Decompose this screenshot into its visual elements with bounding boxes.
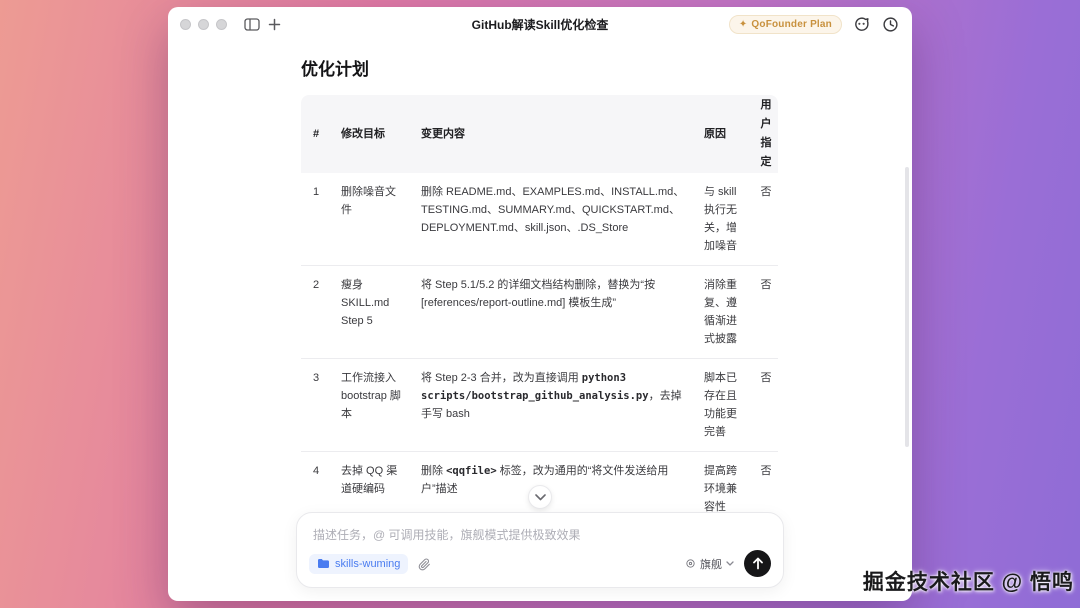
table-header-row: # 修改目标 变更内容 原因 用户指定 — [301, 95, 778, 173]
row-change: 将 Step 2-3 合并，改为直接调用 python3 scripts/boo… — [421, 359, 704, 433]
row-user-specified: 否 — [754, 173, 778, 211]
app-window: GitHub解读Skill优化检查 ✦ QoFounder Plan 优化计划 — [168, 7, 912, 601]
row-target: 工作流接入 bootstrap 脚本 — [331, 359, 421, 433]
header-num: # — [301, 126, 331, 142]
chevron-down-icon — [535, 494, 546, 501]
folder-icon — [317, 558, 330, 569]
row-target: 去掉 QQ 渠道硬编码 — [331, 452, 421, 508]
header-user-specified: 用户指定 — [760, 96, 772, 172]
mode-icon — [685, 558, 696, 569]
table-row: 1 删除噪音文件 删除 README.md、EXAMPLES.md、INSTAL… — [301, 173, 778, 266]
inline-code: <qqfile> — [446, 465, 497, 477]
chevron-down-icon — [726, 561, 734, 566]
close-button[interactable] — [180, 19, 191, 30]
mode-label: 旗舰 — [700, 556, 722, 572]
zoom-button[interactable] — [216, 19, 227, 30]
header-target: 修改目标 — [331, 126, 421, 142]
row-reason: 脚本已存在且功能更完善 — [704, 359, 754, 451]
row-change: 删除 README.md、EXAMPLES.md、INSTALL.md、TEST… — [421, 173, 704, 247]
row-target: 删除噪音文件 — [331, 173, 421, 229]
window-scrollbar[interactable] — [905, 167, 909, 447]
feedback-icon[interactable] — [851, 14, 871, 34]
plan-badge-label: QoFounder Plan — [751, 19, 832, 30]
send-button[interactable] — [744, 550, 771, 577]
table-row: 3 工作流接入 bootstrap 脚本 将 Step 2-3 合并，改为直接调… — [301, 359, 778, 452]
row-user-specified: 否 — [754, 266, 778, 304]
scroll-down-button[interactable] — [528, 485, 552, 509]
plan-badge[interactable]: ✦ QoFounder Plan — [729, 15, 842, 34]
mode-selector[interactable]: 旗舰 — [685, 556, 734, 572]
row-change: 将 Step 5.1/5.2 的详细文档结构删除，替换为“按 [referenc… — [421, 266, 704, 322]
document-area: 优化计划 # 修改目标 变更内容 原因 用户指定 1 删除噪音文件 删除 REA… — [301, 55, 779, 527]
row-change: 删除 <qqfile> 标签，改为通用的“将文件发送给用户”描述 — [421, 452, 704, 508]
header-change: 变更内容 — [421, 126, 704, 142]
row-target: 瘦身 SKILL.md Step 5 — [331, 266, 421, 340]
composer-toolbar: skills-wuming 旗舰 — [309, 550, 771, 577]
message-input[interactable]: 描述任务，@ 可调用技能，旗舰模式提供极致效果 — [297, 513, 783, 543]
row-num: 1 — [301, 173, 331, 211]
header-reason: 原因 — [704, 126, 754, 142]
sidebar-toggle-icon[interactable] — [241, 13, 263, 35]
watermark: 掘金技术社区 @ 悟鸣 — [863, 566, 1074, 596]
composer: 描述任务，@ 可调用技能，旗舰模式提供极致效果 skills-wuming 旗舰 — [296, 512, 784, 588]
row-user-specified: 否 — [754, 452, 778, 490]
row-reason: 与 skill 执行无关，增加噪音 — [704, 173, 754, 265]
optimization-table: # 修改目标 变更内容 原因 用户指定 1 删除噪音文件 删除 README.m… — [301, 95, 778, 527]
row-num: 2 — [301, 266, 331, 304]
page-title: 优化计划 — [301, 55, 779, 80]
row-reason: 消除重复、遵循渐进式披露 — [704, 266, 754, 358]
skill-chip[interactable]: skills-wuming — [309, 554, 408, 574]
table-row: 2 瘦身 SKILL.md Step 5 将 Step 5.1/5.2 的详细文… — [301, 266, 778, 359]
row-user-specified: 否 — [754, 359, 778, 397]
row-num: 4 — [301, 452, 331, 490]
titlebar: GitHub解读Skill优化检查 ✦ QoFounder Plan — [168, 7, 912, 41]
arrow-up-icon — [752, 557, 764, 570]
skill-chip-label: skills-wuming — [335, 558, 400, 570]
new-tab-icon[interactable] — [263, 13, 285, 35]
traffic-lights — [180, 19, 227, 30]
row-num: 3 — [301, 359, 331, 397]
sparkle-icon: ✦ — [739, 19, 748, 30]
attachment-icon[interactable] — [418, 557, 431, 571]
history-icon[interactable] — [880, 14, 900, 34]
minimize-button[interactable] — [198, 19, 209, 30]
